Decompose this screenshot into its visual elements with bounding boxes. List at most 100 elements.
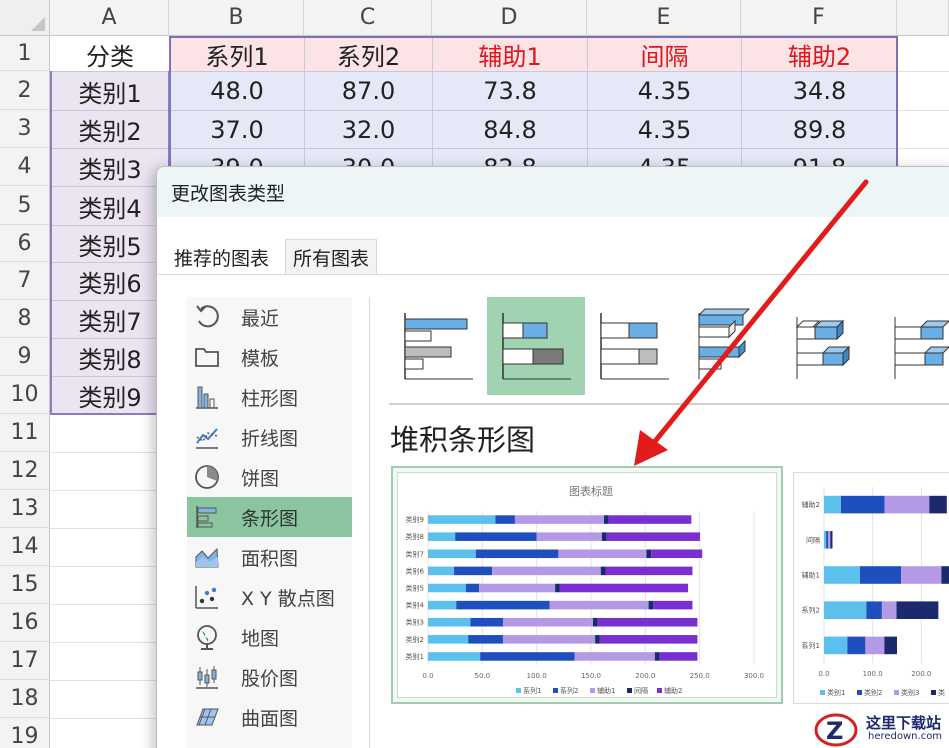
chart-type-bar-chart[interactable]: 条形图 [187, 497, 352, 537]
header-cell[interactable]: 系列1 [170, 37, 305, 72]
bar-segment [608, 515, 692, 524]
category-cell[interactable]: 类别8 [51, 339, 170, 377]
legend-swatch [516, 688, 521, 693]
subtype-clustered-bar[interactable] [389, 297, 487, 395]
bar-segment [470, 617, 503, 627]
row-header-11[interactable]: 11 [0, 414, 50, 452]
tab-all-charts[interactable]: 所有图表 [285, 239, 378, 275]
data-cell[interactable]: 73.8 [433, 72, 588, 111]
row-header-5[interactable]: 5 [0, 186, 50, 225]
bar-segment [468, 635, 503, 644]
category-cell[interactable]: 类别5 [51, 226, 170, 263]
chart-title: 图表标题 [569, 484, 613, 498]
row-header-3[interactable]: 3 [0, 110, 50, 148]
3d-100-stacked-bar-icon [894, 317, 949, 379]
chart-type-label: 地图 [241, 627, 280, 650]
header-cell[interactable]: 辅助2 [742, 37, 898, 72]
category-cell[interactable]: 类别7 [51, 301, 170, 339]
row-header-10[interactable]: 10 [0, 376, 50, 414]
row-header-17[interactable]: 17 [0, 642, 50, 680]
subtype-100-stacked-bar[interactable] [585, 297, 683, 395]
chart-type-pie-chart[interactable]: 饼图 [187, 457, 352, 497]
row-header-19[interactable]: 19 [0, 718, 50, 748]
select-all-corner[interactable] [0, 0, 50, 36]
data-cell[interactable]: 4.35 [588, 72, 742, 111]
column-header-A[interactable]: A [50, 0, 169, 36]
dialog-title: 更改图表类型 [157, 167, 949, 217]
chart-type-scatter-chart[interactable]: X Y 散点图 [187, 577, 352, 617]
header-cell[interactable]: 系列2 [305, 37, 433, 72]
bar-segment [651, 549, 703, 559]
bar-segment [428, 532, 456, 541]
data-cell[interactable]: 48.0 [170, 72, 305, 111]
chart-type-area-chart[interactable]: 面积图 [187, 537, 352, 577]
column-header-D[interactable]: D [432, 0, 587, 36]
subtype-stacked-bar[interactable] [487, 297, 585, 395]
legend-label: 类别3 [901, 688, 919, 697]
data-cell[interactable]: 34.8 [742, 72, 898, 111]
row-header-13[interactable]: 13 [0, 490, 50, 528]
row-header-7[interactable]: 7 [0, 262, 50, 300]
category-cell[interactable]: 类别9 [51, 377, 170, 415]
chart-type-column-chart[interactable]: 柱形图 [187, 377, 352, 417]
bar-segment [428, 583, 467, 593]
x-tick-label: 150.0 [581, 672, 601, 680]
header-cell[interactable]: 辅助1 [433, 37, 588, 72]
chart-type-stock-chart[interactable]: 股价图 [187, 657, 352, 697]
chart-type-map-chart[interactable]: 地图 [187, 617, 352, 657]
category-cell[interactable]: 类别4 [51, 187, 170, 226]
bar-segment [480, 652, 575, 661]
header-cell[interactable]: 间隔 [588, 37, 742, 72]
column-header-C[interactable]: C [304, 0, 432, 36]
row-header-2[interactable]: 2 [0, 71, 50, 110]
chart-preview-2[interactable]: 0.0100.0200.0300.系列1系列2辅助1间隔辅助2类别1类别2类别3… [793, 472, 949, 704]
row-header-18[interactable]: 18 [0, 680, 50, 718]
chart-type-line-chart[interactable]: 折线图 [187, 417, 352, 457]
column-header-F[interactable]: F [741, 0, 897, 36]
row-header-15[interactable]: 15 [0, 566, 50, 604]
row-header-9[interactable]: 9 [0, 338, 50, 376]
data-cell[interactable]: 89.8 [742, 111, 898, 149]
chart-type-surface-chart[interactable]: 曲面图 [187, 697, 352, 737]
data-cell[interactable]: 32.0 [305, 111, 433, 149]
bar-segment [428, 566, 455, 576]
row-header-8[interactable]: 8 [0, 300, 50, 338]
chart-type-recent[interactable]: 最近 [187, 297, 352, 337]
stacked-bar-preview-chart-2: 0.0100.0200.0300.系列1系列2辅助1间隔辅助2类别1类别2类别3… [802, 487, 949, 697]
chart-preview-1[interactable]: 图表标题 0.0 50.0 100.0 150.0 200.0 250.0 300.0 类别1 类… [391, 466, 783, 704]
bar-segment [824, 531, 827, 549]
data-cell[interactable]: 84.8 [433, 111, 588, 149]
category-cell[interactable]: 类别1 [51, 72, 170, 111]
subtype-3d-clustered-bar[interactable] [683, 297, 781, 395]
row-header-1[interactable]: 1 [0, 36, 50, 71]
subtype-3d-stacked-bar[interactable] [781, 297, 879, 395]
row-header-4[interactable]: 4 [0, 148, 50, 186]
category-cell[interactable]: 类别6 [51, 263, 170, 301]
data-cell[interactable]: 4.35 [588, 111, 742, 149]
area-chart-icon [195, 547, 219, 568]
header-cell[interactable]: 分类 [51, 37, 170, 72]
chart-type-list: 最近 模板 柱形图 折线图 饼图 条形图 面积图 X Y 散点图地图股价图曲面图 [187, 297, 352, 748]
y-category-label: 类别9 [406, 515, 424, 524]
row-header-16[interactable]: 16 [0, 604, 50, 642]
tab-recommended-charts[interactable]: 推荐的图表 [167, 239, 276, 275]
chart-type-label: 股价图 [241, 667, 299, 690]
row-header-6[interactable]: 6 [0, 225, 50, 262]
legend-label: 类别2 [864, 688, 882, 697]
row-header-14[interactable]: 14 [0, 528, 50, 566]
row-header-12[interactable]: 12 [0, 452, 50, 490]
x-tick-label: 100.0 [863, 670, 883, 678]
column-header-B[interactable]: B [169, 0, 304, 36]
bar-segment [884, 636, 897, 655]
chart-type-template-folder[interactable]: 模板 [187, 337, 352, 377]
subtype-3d-100-stacked-bar[interactable] [879, 297, 949, 395]
category-cell[interactable]: 类别3 [51, 149, 170, 187]
data-cell[interactable]: 87.0 [305, 72, 433, 111]
category-cell[interactable]: 类别2 [51, 111, 170, 149]
scatter-chart-icon [195, 586, 218, 609]
data-cell[interactable]: 37.0 [170, 111, 305, 149]
bar-segment [479, 583, 556, 593]
bar-segment [428, 549, 476, 559]
column-header-extra[interactable] [897, 0, 949, 36]
column-header-E[interactable]: E [587, 0, 741, 36]
